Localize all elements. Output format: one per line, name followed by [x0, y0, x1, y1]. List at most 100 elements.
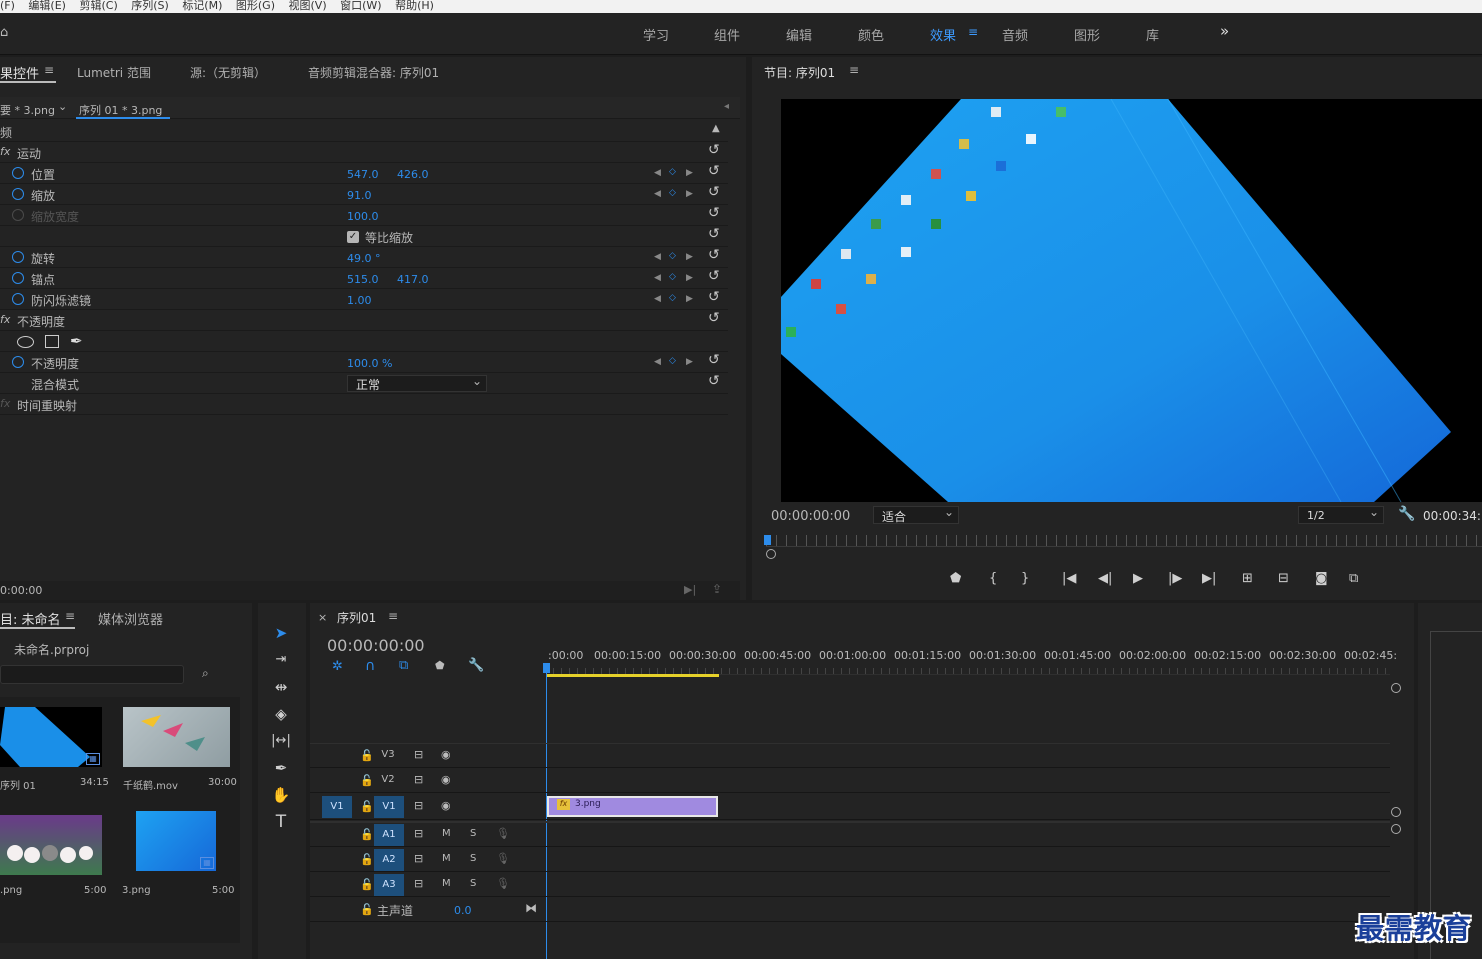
next-keyframe-icon[interactable]: ▶ — [686, 357, 693, 367]
slip-tool-icon[interactable]: |↔| — [268, 729, 294, 753]
lock-icon[interactable]: 🔓 — [360, 903, 374, 916]
stopwatch-icon[interactable] — [12, 293, 24, 305]
mark-in-icon[interactable]: { — [989, 571, 997, 586]
thumbnail-paper-crane[interactable] — [123, 707, 230, 767]
tab-effect-controls[interactable]: 果控件 — [0, 63, 39, 82]
motion-row[interactable]: fx 运动 ↺ — [0, 142, 728, 163]
scroll-handle-audio[interactable] — [1391, 824, 1401, 834]
add-keyframe-icon[interactable]: ◇ — [669, 356, 676, 366]
pen-mask-icon[interactable]: ✒ — [70, 332, 83, 350]
lift-icon[interactable]: ⊞ — [1242, 571, 1253, 586]
workspace-audio[interactable]: 音频 — [1002, 25, 1028, 44]
playhead-handle[interactable] — [543, 663, 550, 673]
resolution-select[interactable]: 1/2 ⌄ — [1298, 505, 1384, 524]
panel-menu-icon[interactable]: ≡ — [44, 63, 54, 77]
lock-icon[interactable]: 🔓 — [360, 749, 374, 762]
scroll-handle-top[interactable] — [1391, 683, 1401, 693]
solo-button[interactable]: S — [470, 878, 476, 889]
workspace-graphics[interactable]: 图形 — [1074, 25, 1100, 44]
reset-icon[interactable]: ↺ — [708, 310, 720, 326]
menu-icon[interactable]: ≡ — [968, 25, 978, 39]
track-v3-label[interactable]: V3 — [376, 744, 400, 766]
next-keyframe-icon[interactable]: ▶ — [686, 273, 693, 283]
panel-menu-icon[interactable]: ≡ — [849, 63, 859, 77]
timeline-ruler[interactable]: :00:00 00:00:15:00 00:00:30:00 00:00:45:… — [546, 647, 1397, 675]
rectangle-mask-icon[interactable] — [45, 335, 59, 348]
track-a3-label[interactable]: A3 — [374, 874, 404, 896]
extract-icon[interactable]: ⊟ — [1278, 571, 1289, 586]
solo-button[interactable]: S — [470, 853, 476, 864]
thumbnail-sequence[interactable]: ▦ — [0, 707, 102, 767]
sync-lock-icon[interactable]: ⊟ — [414, 748, 423, 761]
program-video-frame[interactable] — [781, 99, 1482, 502]
lock-icon[interactable]: 🔓 — [360, 774, 374, 787]
home-icon[interactable]: ⌂ — [0, 25, 8, 40]
wrench-icon[interactable]: 🔧 — [1398, 506, 1415, 522]
go-to-end-icon[interactable]: ⧓ — [525, 901, 537, 915]
play-only-audio-icon[interactable]: ▶| — [684, 583, 696, 596]
blend-mode-select[interactable]: 正常 ⌄ — [347, 374, 487, 392]
menu-file[interactable]: (F) — [0, 0, 15, 11]
next-keyframe-icon[interactable]: ▶ — [686, 294, 693, 304]
tab-media-browser[interactable]: 媒体浏览器 — [98, 609, 163, 628]
work-area-bar[interactable] — [547, 674, 719, 677]
sync-lock-icon[interactable]: ⊟ — [414, 827, 423, 840]
solo-button[interactable]: S — [470, 828, 476, 839]
razor-tool-icon[interactable]: ◈ — [268, 702, 294, 726]
lock-icon[interactable]: 🔓 — [360, 878, 374, 891]
uniform-scale-checkbox[interactable]: ✓ — [347, 231, 359, 243]
next-keyframe-icon[interactable]: ▶ — [686, 252, 693, 262]
time-remap-row[interactable]: fx 时间重映射 — [0, 394, 728, 415]
prev-keyframe-icon[interactable]: ◀ — [654, 168, 661, 178]
add-keyframe-icon[interactable]: ◇ — [669, 272, 676, 282]
add-keyframe-icon[interactable]: ◇ — [669, 293, 676, 303]
eye-icon[interactable]: ◉ — [441, 773, 451, 786]
program-playhead[interactable] — [764, 535, 771, 545]
eye-icon[interactable]: ◉ — [441, 799, 451, 812]
prev-keyframe-icon[interactable]: ◀ — [654, 252, 661, 262]
mute-button[interactable]: M — [442, 828, 451, 839]
position-y-value[interactable]: 426.0 — [397, 168, 429, 181]
add-marker-icon[interactable]: ⬟ — [950, 571, 961, 586]
step-forward-icon[interactable]: |▶ — [1168, 571, 1182, 586]
menu-window[interactable]: 窗口(W) — [340, 0, 381, 11]
ellipse-mask-icon[interactable] — [17, 336, 34, 348]
reset-icon[interactable]: ↺ — [708, 268, 720, 284]
prev-keyframe-icon[interactable]: ◀ — [654, 294, 661, 304]
lock-icon[interactable]: 🔓 — [360, 853, 374, 866]
rotation-value[interactable]: 49.0 ° — [347, 252, 381, 265]
anchor-x-value[interactable]: 515.0 — [347, 273, 379, 286]
program-ruler[interactable] — [766, 535, 1482, 547]
thumbnail-3png[interactable]: ▦ — [136, 811, 216, 871]
workspace-learn[interactable]: 学习 — [643, 25, 669, 44]
panel-menu-icon[interactable]: ≡ — [388, 609, 398, 623]
fit-select[interactable]: 适合 ⌄ — [873, 505, 959, 524]
track-a2-label[interactable]: A2 — [374, 849, 404, 871]
workspace-color[interactable]: 颜色 — [858, 25, 884, 44]
timeline-settings-icon[interactable]: 🔧 — [468, 658, 484, 673]
go-to-in-icon[interactable]: |◀ — [1062, 571, 1076, 586]
sync-lock-icon[interactable]: ⊟ — [414, 773, 423, 786]
add-keyframe-icon[interactable]: ◇ — [669, 251, 676, 261]
mute-button[interactable]: M — [442, 878, 451, 889]
workspace-assembly[interactable]: 组件 — [714, 25, 740, 44]
next-keyframe-icon[interactable]: ▶ — [686, 189, 693, 199]
reset-icon[interactable]: ↺ — [708, 205, 720, 221]
opacity-value[interactable]: 100.0 % — [347, 357, 392, 370]
collapse-icon[interactable]: ◂ — [724, 101, 729, 112]
zoom-handle[interactable] — [766, 549, 776, 559]
timeline-timecode[interactable]: 00:00:00:00 — [327, 636, 425, 655]
track-v1-label[interactable]: V1 — [374, 796, 404, 818]
tab-audio-clip-mixer[interactable]: 音频剪辑混合器: 序列01 — [308, 64, 439, 81]
add-marker-icon[interactable]: ⬟ — [435, 659, 445, 672]
microphone-icon[interactable]: 🎙 — [496, 852, 510, 865]
mute-button[interactable]: M — [442, 853, 451, 864]
microphone-icon[interactable]: 🎙 — [496, 877, 510, 890]
source-patch-v1[interactable]: V1 — [322, 796, 352, 818]
lock-icon[interactable]: 🔓 — [360, 800, 374, 813]
workspace-effects[interactable]: 效果 — [930, 25, 956, 44]
prev-keyframe-icon[interactable]: ◀ — [654, 273, 661, 283]
timeline-title[interactable]: 序列01 — [337, 609, 376, 626]
menu-edit[interactable]: 编辑(E) — [28, 0, 66, 11]
program-monitor-title[interactable]: 节目: 序列01 — [764, 64, 835, 81]
